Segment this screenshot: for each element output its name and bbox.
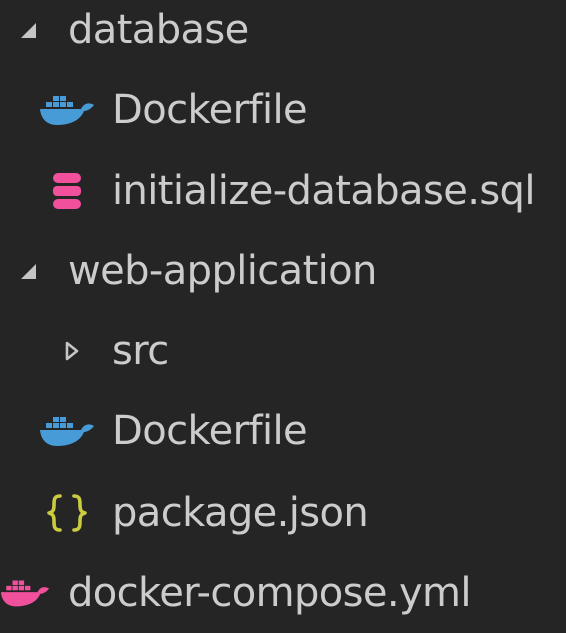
tree-item-label: Dockerfile — [112, 87, 308, 133]
docker-icon — [38, 415, 96, 447]
tree-item-package-json[interactable]: package.json — [0, 473, 566, 553]
tree-item-label: initialize-database.sql — [112, 168, 535, 214]
chevron-down-icon[interactable] — [18, 262, 38, 280]
chevron-right-icon[interactable] — [62, 341, 82, 361]
tree-item-dockerfile-database[interactable]: Dockerfile — [0, 70, 566, 150]
tree-item-label: web-application — [68, 248, 377, 294]
tree-item-src-folder[interactable]: src — [0, 311, 566, 391]
tree-item-label: src — [112, 328, 169, 374]
tree-item-dockerfile-web-application[interactable]: Dockerfile — [0, 391, 566, 471]
docker-icon — [0, 578, 50, 608]
tree-item-label: database — [68, 7, 249, 53]
json-braces-icon — [44, 493, 90, 533]
tree-item-label: package.json — [112, 490, 369, 536]
tree-item-docker-compose-yml[interactable]: docker-compose.yml — [0, 553, 566, 633]
docker-icon — [38, 94, 96, 126]
tree-item-label: docker-compose.yml — [68, 570, 472, 616]
tree-item-web-application-folder[interactable]: web-application — [0, 231, 566, 311]
database-icon — [44, 172, 90, 210]
chevron-down-icon[interactable] — [18, 21, 38, 39]
tree-item-initialize-database-sql[interactable]: initialize-database.sql — [0, 151, 566, 231]
tree-item-label: Dockerfile — [112, 408, 308, 454]
tree-item-database-folder[interactable]: database — [0, 0, 566, 70]
file-explorer-tree: database Dockerfile initialize-database.… — [0, 0, 566, 617]
